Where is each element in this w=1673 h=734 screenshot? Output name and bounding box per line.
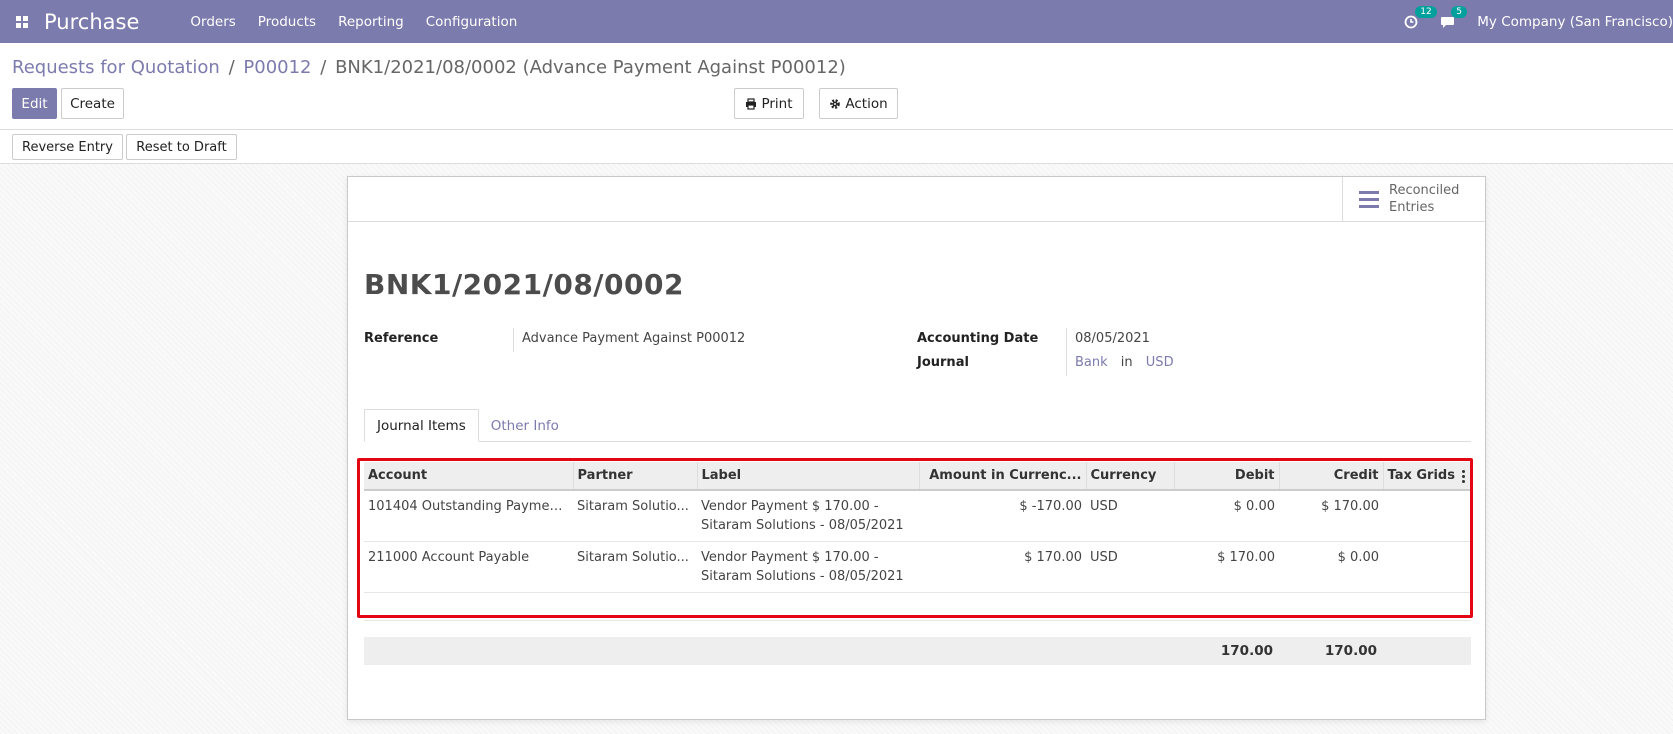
- print-icon: [746, 97, 757, 110]
- journal-in-text: in: [1120, 355, 1133, 370]
- print-button[interactable]: Print: [734, 88, 804, 119]
- journal-link[interactable]: Bank: [1075, 355, 1108, 370]
- smart-button-line1: Reconciled: [1389, 183, 1460, 198]
- app-name[interactable]: Purchase: [44, 10, 139, 34]
- gear-icon: [830, 98, 841, 109]
- control-panel: Requests for Quotation / P00012 / BNK1/2…: [0, 43, 1673, 130]
- breadcrumb-rfq[interactable]: Requests for Quotation: [12, 57, 220, 78]
- total-credit: 170.00: [1324, 643, 1377, 659]
- activity-count-badge: 12: [1415, 5, 1437, 18]
- breadcrumb-separator: /: [320, 57, 327, 78]
- tab-other-info[interactable]: Other Info: [479, 409, 571, 442]
- top-navbar: Purchase Orders Products Reporting Confi…: [0, 0, 1673, 43]
- create-button[interactable]: Create: [61, 88, 124, 119]
- breadcrumb-separator: /: [228, 57, 235, 78]
- reference-value[interactable]: Advance Payment Against P00012: [522, 331, 745, 346]
- company-switcher[interactable]: My Company (San Francisco): [1477, 14, 1673, 30]
- menu-products[interactable]: Products: [247, 14, 327, 30]
- main-menu: Orders Products Reporting Configuration: [179, 14, 528, 30]
- tab-journal-items[interactable]: Journal Items: [364, 409, 479, 442]
- edit-button[interactable]: Edit: [12, 88, 57, 119]
- menu-reporting[interactable]: Reporting: [327, 14, 415, 30]
- list-icon: [1359, 190, 1379, 208]
- action-button[interactable]: Action: [819, 88, 898, 119]
- journal-label: Journal: [917, 355, 969, 370]
- journal-value: Bank in USD: [1075, 355, 1174, 370]
- field-divider: [1066, 328, 1067, 376]
- document-title: BNK1/2021/08/0002: [364, 268, 684, 301]
- breadcrumb: Requests for Quotation / P00012 / BNK1/2…: [12, 57, 846, 78]
- breadcrumb-po[interactable]: P00012: [243, 57, 311, 78]
- field-divider: [513, 328, 514, 352]
- totals-row: 170.00 170.00: [364, 637, 1471, 665]
- notebook-tabs: Journal Items Other Info: [364, 409, 1471, 442]
- status-bar: Reverse Entry Reset to Draft: [0, 130, 1673, 164]
- menu-orders[interactable]: Orders: [179, 14, 246, 30]
- action-label: Action: [845, 95, 888, 112]
- apps-menu-icon[interactable]: [0, 0, 44, 43]
- activity-button[interactable]: 12: [1404, 5, 1437, 29]
- form-sheet: Reconciled Entries BNK1/2021/08/0002 Ref…: [347, 176, 1486, 720]
- total-debit: 170.00: [1220, 643, 1273, 659]
- reference-label: Reference: [364, 331, 439, 346]
- reverse-entry-button[interactable]: Reverse Entry: [12, 134, 123, 160]
- accounting-date-value[interactable]: 08/05/2021: [1075, 331, 1150, 346]
- menu-configuration[interactable]: Configuration: [415, 14, 529, 30]
- highlight-box: [357, 458, 1473, 618]
- reset-to-draft-button[interactable]: Reset to Draft: [126, 134, 237, 160]
- breadcrumb-current: BNK1/2021/08/0002 (Advance Payment Again…: [335, 57, 846, 78]
- print-label: Print: [761, 95, 793, 112]
- message-count-badge: 5: [1451, 5, 1468, 18]
- journal-currency-link[interactable]: USD: [1146, 355, 1174, 370]
- button-box: Reconciled Entries: [348, 177, 1485, 222]
- accounting-date-label: Accounting Date: [917, 331, 1039, 346]
- messages-button[interactable]: 5: [1440, 5, 1468, 29]
- smart-button-line2: Entries: [1389, 200, 1435, 215]
- reconciled-entries-button[interactable]: Reconciled Entries: [1342, 177, 1485, 221]
